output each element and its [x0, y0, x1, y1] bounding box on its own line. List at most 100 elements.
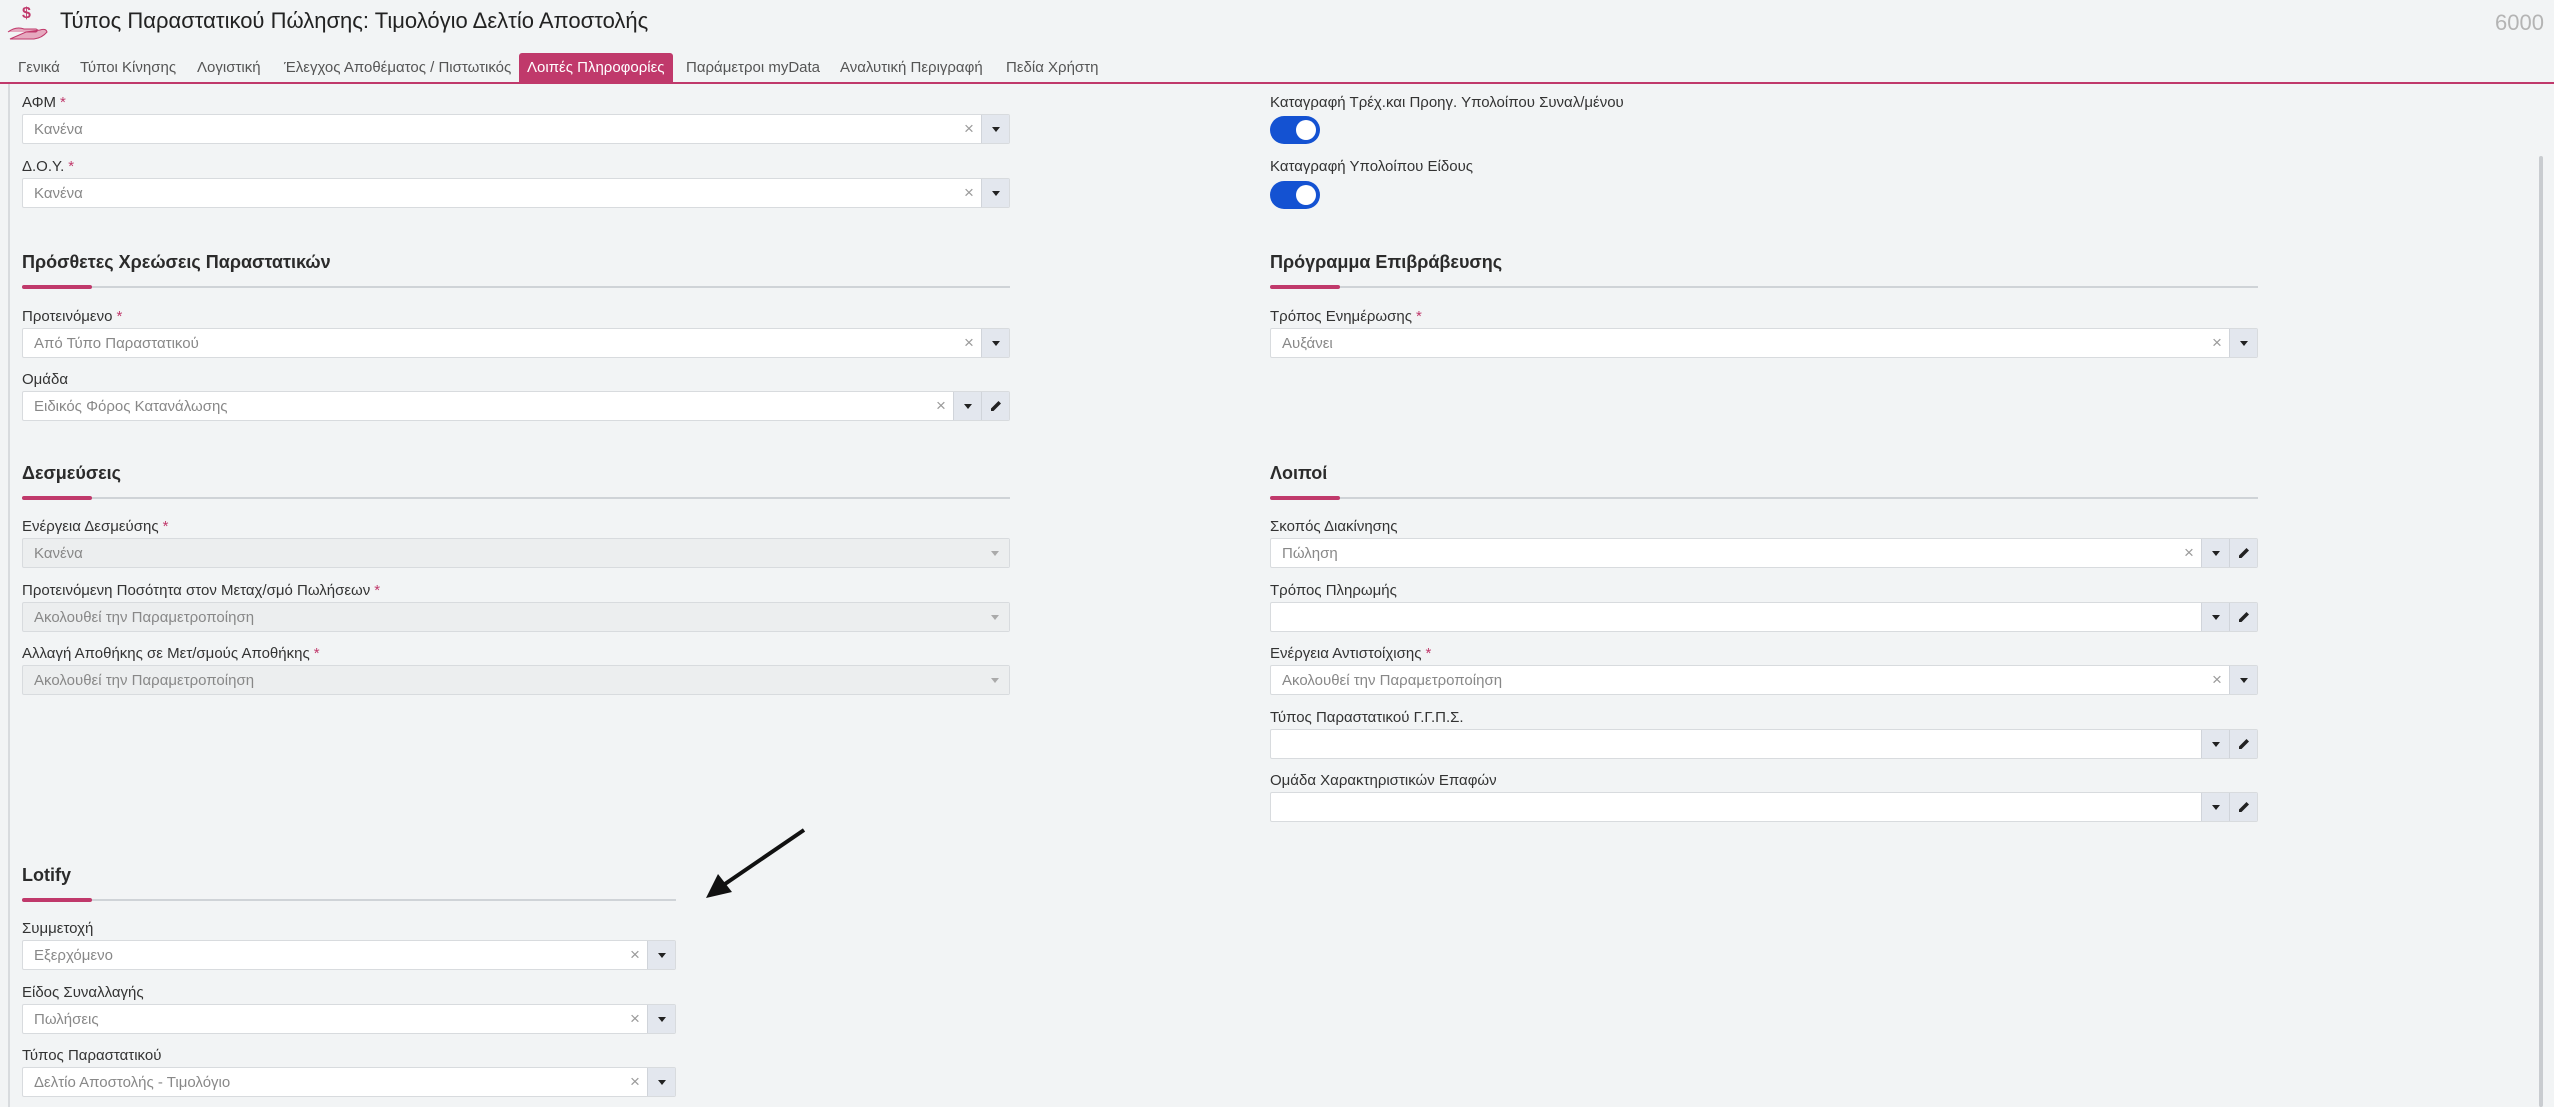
- pencil-icon[interactable]: [2229, 793, 2257, 821]
- chevron-down-icon: [981, 603, 1009, 631]
- clear-icon[interactable]: ×: [2184, 543, 2194, 563]
- payment-label: Τρόπος Πληρωμής: [1270, 582, 1397, 599]
- record-number: 6000: [2495, 10, 2544, 35]
- purpose-label: Σκοπός Διακίνησης: [1270, 518, 1398, 535]
- annotation-arrow-icon: [706, 828, 806, 898]
- pencil-icon[interactable]: [2229, 730, 2257, 758]
- group-label: Ομάδα: [22, 371, 69, 388]
- match-action-select[interactable]: Ακολουθεί την Παραμετροποίηση ×: [1270, 665, 2258, 695]
- clear-icon[interactable]: ×: [964, 333, 974, 353]
- tab-movement-types[interactable]: Τύποι Κίνησης: [72, 53, 184, 82]
- afm-label: ΑΦΜ *: [22, 94, 66, 111]
- suggested-label: Προτεινόμενο *: [22, 308, 123, 325]
- clear-icon[interactable]: ×: [936, 396, 946, 416]
- document-type-select[interactable]: Δελτίο Αποστολής - Τιμολόγιο ×: [22, 1067, 676, 1097]
- chevron-down-icon: [981, 666, 1009, 694]
- group-value: Ειδικός Φόρος Κατανάλωσης: [34, 398, 228, 415]
- chevron-down-icon[interactable]: [981, 329, 1009, 357]
- divider: [1270, 286, 2258, 288]
- update-mode-label: Τρόπος Ενημέρωσης *: [1270, 308, 1422, 325]
- tab-bar: Γενικά Τύποι Κίνησης Λογιστική Έλεγχος Α…: [0, 50, 2554, 84]
- update-mode-value: Αυξάνει: [1282, 335, 1333, 352]
- divider: [22, 497, 1010, 499]
- section-accent: [22, 898, 92, 902]
- chevron-down-icon[interactable]: [647, 941, 675, 969]
- clear-icon[interactable]: ×: [964, 119, 974, 139]
- chevron-down-icon[interactable]: [647, 1068, 675, 1096]
- contact-group-label: Ομάδα Χαρακτηριστικών Επαφών: [1270, 772, 1497, 789]
- suggested-value: Από Τύπο Παραστατικού: [34, 335, 199, 352]
- clear-icon[interactable]: ×: [630, 1072, 640, 1092]
- transaction-type-label: Είδος Συναλλαγής: [22, 984, 144, 1001]
- page-header: $ Τύπος Παραστατικού Πώλησης: Τιμολόγιο …: [0, 0, 2554, 50]
- suggested-qty-select: Ακολουθεί την Παραμετροποίηση: [22, 602, 1010, 632]
- divider: [22, 286, 1010, 288]
- section-accent: [22, 285, 92, 289]
- section-accent: [22, 496, 92, 500]
- toggle-balance-switch[interactable]: [1270, 116, 1320, 144]
- document-type-value: Δελτίο Αποστολής - Τιμολόγιο: [34, 1074, 231, 1091]
- clear-icon[interactable]: ×: [964, 183, 974, 203]
- chevron-down-icon[interactable]: [2201, 539, 2229, 567]
- participation-select[interactable]: Εξερχόμενο ×: [22, 940, 676, 970]
- section-title-reservations: Δεσμεύσεις: [22, 463, 122, 483]
- pencil-icon[interactable]: [2229, 603, 2257, 631]
- toggle-item-balance-switch[interactable]: [1270, 181, 1320, 209]
- chevron-down-icon[interactable]: [2229, 666, 2257, 694]
- suggested-qty-label: Προτεινόμενη Ποσότητα στον Μεταχ/σμό Πωλ…: [22, 582, 381, 599]
- pencil-icon[interactable]: [2229, 539, 2257, 567]
- clear-icon[interactable]: ×: [630, 1009, 640, 1029]
- doy-select[interactable]: Κανένα ×: [22, 178, 1010, 208]
- gsis-type-label: Τύπος Παραστατικού Γ.Γ.Π.Σ.: [1270, 709, 1464, 726]
- section-accent: [1270, 285, 1340, 289]
- tab-other-info[interactable]: Λοιπές Πληροφορίες: [519, 53, 673, 82]
- transaction-type-select[interactable]: Πωλήσεις ×: [22, 1004, 676, 1034]
- contact-group-select[interactable]: [1270, 792, 2258, 822]
- suggested-select[interactable]: Από Τύπο Παραστατικού ×: [22, 328, 1010, 358]
- transaction-type-value: Πωλήσεις: [34, 1011, 99, 1028]
- doy-label: Δ.Ο.Υ. *: [22, 158, 75, 175]
- clear-icon[interactable]: ×: [630, 945, 640, 965]
- warehouse-change-value: Ακολουθεί την Παραμετροποίηση: [34, 672, 255, 689]
- chevron-down-icon[interactable]: [647, 1005, 675, 1033]
- scrollbar[interactable]: [2539, 156, 2543, 1107]
- chevron-down-icon[interactable]: [2201, 793, 2229, 821]
- section-accent: [1270, 496, 1340, 500]
- gsis-type-select[interactable]: [1270, 729, 2258, 759]
- match-action-value: Ακολουθεί την Παραμετροποίηση: [1282, 672, 1503, 689]
- afm-value: Κανένα: [34, 121, 83, 138]
- afm-select[interactable]: Κανένα ×: [22, 114, 1010, 144]
- tab-accounting[interactable]: Λογιστική: [189, 53, 269, 82]
- document-type-label: Τύπος Παραστατικού: [22, 1047, 162, 1064]
- purpose-select[interactable]: Πώληση ×: [1270, 538, 2258, 568]
- tab-user-fields[interactable]: Πεδία Χρήστη: [998, 53, 1106, 82]
- tab-general[interactable]: Γενικά: [10, 53, 68, 82]
- payment-select[interactable]: [1270, 602, 2258, 632]
- suggested-qty-value: Ακολουθεί την Παραμετροποίηση: [34, 609, 255, 626]
- reservation-action-select: Κανένα: [22, 538, 1010, 568]
- chevron-down-icon[interactable]: [2201, 730, 2229, 758]
- chevron-down-icon[interactable]: [981, 115, 1009, 143]
- tab-stock-check[interactable]: Έλεγχος Αποθέματος / Πιστωτικός: [276, 53, 519, 82]
- purpose-value: Πώληση: [1282, 545, 1338, 562]
- clear-icon[interactable]: ×: [2212, 670, 2222, 690]
- chevron-down-icon[interactable]: [953, 392, 981, 420]
- divider: [22, 899, 676, 901]
- chevron-down-icon[interactable]: [2229, 329, 2257, 357]
- svg-text:$: $: [22, 5, 31, 22]
- chevron-down-icon[interactable]: [2201, 603, 2229, 631]
- group-select[interactable]: Ειδικός Φόρος Κατανάλωσης ×: [22, 391, 1010, 421]
- chevron-down-icon: [981, 539, 1009, 567]
- toggle-item-balance-label: Καταγραφή Υπολοίπου Είδους: [1270, 158, 1474, 175]
- update-mode-select[interactable]: Αυξάνει ×: [1270, 328, 2258, 358]
- tab-detailed-description[interactable]: Αναλυτική Περιγραφή: [832, 53, 991, 82]
- tab-mydata-params[interactable]: Παράμετροι myData: [678, 53, 828, 82]
- chevron-down-icon[interactable]: [981, 179, 1009, 207]
- section-title-other: Λοιποί: [1270, 463, 1328, 483]
- section-title-lotify: Lotify: [22, 865, 71, 885]
- pencil-icon[interactable]: [981, 392, 1009, 420]
- warehouse-change-label: Αλλαγή Αποθήκης σε Μετ/σμούς Αποθήκης *: [22, 645, 320, 662]
- section-title-extra-charges: Πρόσθετες Χρεώσεις Παραστατικών: [22, 252, 331, 272]
- clear-icon[interactable]: ×: [2212, 333, 2222, 353]
- match-action-label: Ενέργεια Αντιστοίχισης *: [1270, 645, 1432, 662]
